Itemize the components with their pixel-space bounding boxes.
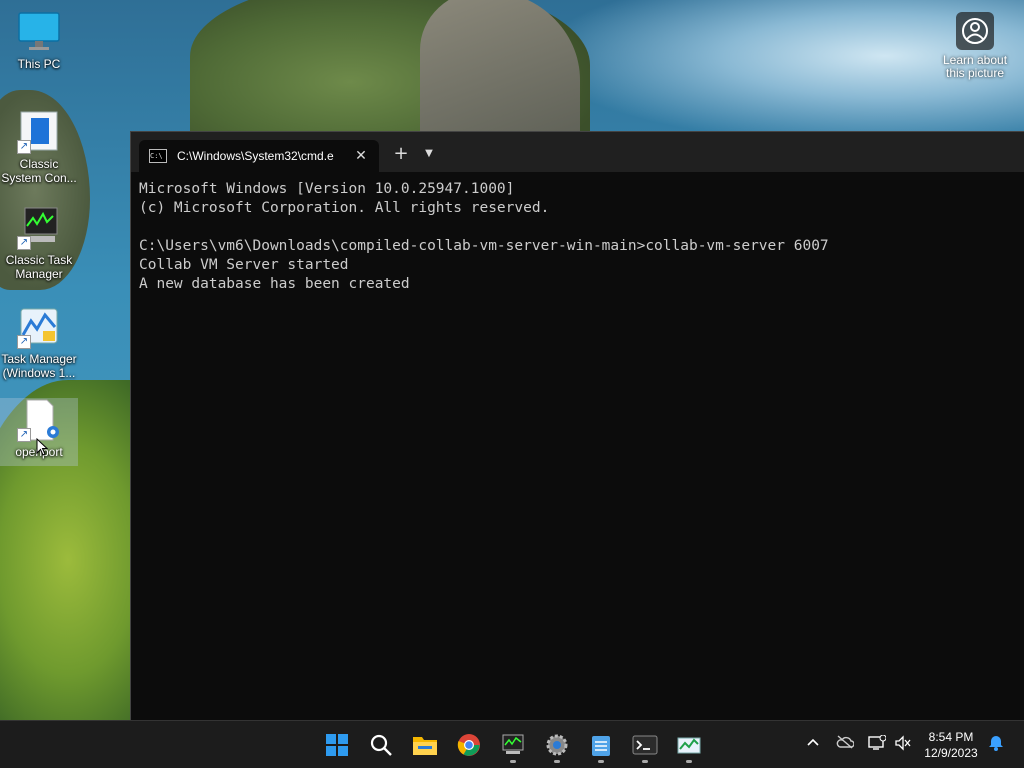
- start-icon: [326, 734, 348, 756]
- wallpaper-rock: [420, 0, 580, 140]
- file-icon: ↗: [17, 398, 61, 442]
- desktop-icon-task-manager-modern[interactable]: ↗ Task Manager (Windows 1...: [0, 305, 78, 380]
- tab-dropdown-icon[interactable]: ▼: [419, 142, 439, 166]
- chrome-icon: [457, 734, 480, 756]
- volume-muted-icon[interactable]: [894, 735, 912, 755]
- cmd-icon: C:\: [149, 149, 167, 163]
- camera-info-icon: [956, 12, 994, 50]
- tab-title: C:\Windows\System32\cmd.e: [177, 149, 334, 163]
- search-button[interactable]: [365, 729, 397, 761]
- desktop-icon-classic-system-control[interactable]: ↗ Classic System Con...: [0, 110, 78, 185]
- running-indicator: [554, 760, 560, 763]
- running-indicator: [510, 760, 516, 763]
- notification-bell-icon[interactable]: [988, 735, 1004, 755]
- shortcut-arrow-icon: ↗: [17, 140, 31, 154]
- close-tab-icon[interactable]: ✕: [351, 148, 371, 164]
- onedrive-icon[interactable]: [836, 735, 855, 753]
- terminal-window[interactable]: C:\ C:\Windows\System32\cmd.e ✕ + ▼ Micr…: [130, 131, 1024, 721]
- terminal-icon: [632, 735, 658, 755]
- chrome-button[interactable]: [453, 729, 485, 761]
- terminal-tab[interactable]: C:\ C:\Windows\System32\cmd.e ✕: [139, 140, 379, 172]
- file-explorer-icon: [413, 737, 437, 755]
- settings-button[interactable]: [541, 729, 573, 763]
- running-indicator: [686, 760, 692, 763]
- mouse-cursor-icon: [36, 438, 48, 456]
- console-line: Collab VM Server started: [139, 257, 349, 273]
- console-line: Microsoft Windows [Version 10.0.25947.10…: [139, 181, 515, 197]
- task-manager-modern-icon: ↗: [17, 305, 61, 349]
- console-line: A new database has been created: [139, 276, 410, 292]
- clock[interactable]: 8:54 PM 12/9/2023: [918, 729, 984, 761]
- start-button[interactable]: [321, 729, 353, 761]
- learn-about-picture[interactable]: Learn about this picture: [938, 12, 1012, 80]
- clock-time: 8:54 PM: [928, 730, 974, 744]
- resource-monitor-button[interactable]: [673, 729, 705, 763]
- network-icon[interactable]: [868, 734, 887, 755]
- file-explorer-button[interactable]: [409, 729, 441, 761]
- new-tab-button[interactable]: +: [389, 142, 413, 166]
- task-manager-icon: ↗: [17, 206, 61, 250]
- learn-about-label: Learn about this picture: [942, 53, 1008, 80]
- console-line: (c) Microsoft Corporation. All rights re…: [139, 200, 550, 216]
- notepad-icon: [592, 736, 610, 756]
- task-manager-icon: [502, 734, 524, 754]
- terminal-titlebar[interactable]: C:\ C:\Windows\System32\cmd.e ✕ + ▼: [131, 132, 1024, 172]
- search-icon: [370, 734, 392, 756]
- settings-icon: [546, 734, 568, 756]
- resource-monitor-icon: [677, 737, 701, 754]
- running-indicator: [598, 760, 604, 763]
- control-panel-icon: ↗: [17, 110, 61, 154]
- task-manager-button[interactable]: [497, 729, 529, 763]
- taskbar: 8:54 PM 12/9/2023: [0, 720, 1024, 768]
- desktop-icon-classic-task-manager[interactable]: ↗ Classic Task Manager: [0, 206, 78, 281]
- shortcut-arrow-icon: ↗: [17, 428, 31, 442]
- desktop-icon-this-pc[interactable]: This PC: [0, 10, 78, 71]
- monitor-icon: [17, 10, 61, 54]
- console-output[interactable]: Microsoft Windows [Version 10.0.25947.10…: [139, 180, 1009, 710]
- clock-date: 12/9/2023: [924, 746, 978, 760]
- shortcut-arrow-icon: ↗: [17, 335, 31, 349]
- notepad-button[interactable]: [585, 729, 617, 763]
- show-hidden-icons-icon[interactable]: [806, 735, 820, 753]
- terminal-button[interactable]: [629, 729, 661, 763]
- console-line: C:\Users\vm6\Downloads\compiled-collab-v…: [139, 238, 829, 254]
- running-indicator: [642, 760, 648, 763]
- shortcut-arrow-icon: ↗: [17, 236, 31, 250]
